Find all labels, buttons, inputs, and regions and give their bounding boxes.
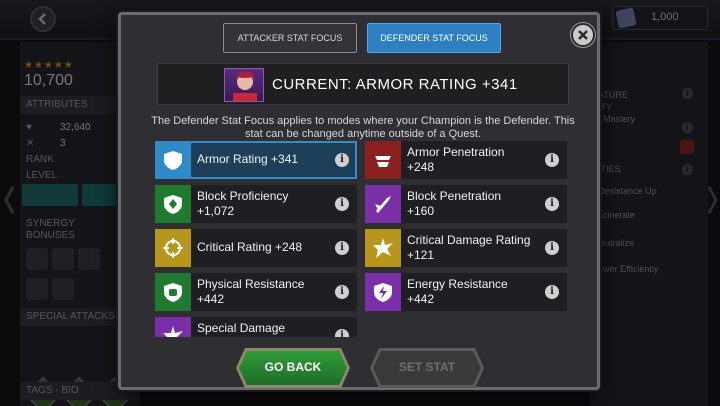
stat-option-energy-resistance[interactable]: Energy Resistance +442 i xyxy=(365,273,567,311)
stat-value: +1,072 xyxy=(197,204,235,218)
stat-label: Critical Rating +248 xyxy=(197,240,303,254)
go-back-button[interactable]: GO BACK xyxy=(239,351,347,385)
stat-name: Energy Resistance xyxy=(407,277,508,291)
stat-name: Special Damage xyxy=(197,321,286,335)
stat-option-armor-penetration[interactable]: Armor Penetration +248 i xyxy=(365,141,567,179)
block-pierce-icon xyxy=(365,185,401,223)
close-button[interactable] xyxy=(571,23,595,47)
armor-break-icon xyxy=(365,141,401,179)
info-icon[interactable]: i xyxy=(335,329,349,337)
stat-options-list[interactable]: Armor Rating +341 i Armor Penetration +248 i… xyxy=(155,141,575,337)
stat-value: +442 xyxy=(407,292,435,306)
special-burst-icon xyxy=(155,317,191,337)
stat-option-critical-rating[interactable]: Critical Rating +248 i xyxy=(155,229,357,267)
info-icon[interactable]: i xyxy=(545,153,559,167)
energy-shield-icon xyxy=(365,273,401,311)
stat-option-block-proficiency[interactable]: Block Proficiency +1,072 i xyxy=(155,185,357,223)
stat-value: +248 xyxy=(407,160,435,174)
info-icon[interactable]: i xyxy=(335,285,349,299)
info-icon[interactable]: i xyxy=(335,153,349,167)
set-stat-button[interactable]: SET STAT xyxy=(373,351,481,385)
current-stat-banner: CURRENT: ARMOR RATING +341 xyxy=(157,63,569,105)
stat-option-critical-damage-rating[interactable]: Critical Damage Rating +121 i xyxy=(365,229,567,267)
stat-name: Armor Penetration xyxy=(407,145,505,159)
stat-name: Physical Resistance xyxy=(197,277,305,291)
stat-name: Block Penetration xyxy=(407,189,502,203)
stat-option-physical-resistance[interactable]: Physical Resistance +442 i xyxy=(155,273,357,311)
info-icon[interactable]: i xyxy=(335,197,349,211)
stat-option-block-penetration[interactable]: Block Penetration +160 i xyxy=(365,185,567,223)
current-stat-label: CURRENT: ARMOR RATING +341 xyxy=(272,76,518,93)
shield-icon xyxy=(155,141,191,179)
fist-shield-icon xyxy=(155,273,191,311)
stat-option-armor-rating[interactable]: Armor Rating +341 i xyxy=(155,141,357,179)
stat-focus-description: The Defender Stat Focus applies to modes… xyxy=(151,115,575,140)
block-shield-icon xyxy=(155,185,191,223)
stat-value: +10.0% xyxy=(197,336,238,337)
tab-attacker-stat-focus[interactable]: ATTACKER STAT FOCUS xyxy=(223,23,357,53)
close-icon xyxy=(578,30,588,40)
stat-name: Block Proficiency xyxy=(197,189,289,203)
champion-portrait xyxy=(224,68,264,102)
stat-value: +121 xyxy=(407,248,435,262)
crosshair-icon xyxy=(155,229,191,267)
stat-value: +160 xyxy=(407,204,435,218)
info-icon[interactable]: i xyxy=(335,241,349,255)
info-icon[interactable]: i xyxy=(545,285,559,299)
info-icon[interactable]: i xyxy=(545,197,559,211)
stat-option-special-damage[interactable]: Special Damage+10.0% i xyxy=(155,317,357,337)
stat-label: Armor Rating +341 xyxy=(197,152,299,166)
stat-name: Critical Damage Rating xyxy=(407,233,531,247)
info-icon[interactable]: i xyxy=(545,241,559,255)
stat-value: +442 xyxy=(197,292,225,306)
crit-burst-icon xyxy=(365,229,401,267)
tab-defender-stat-focus[interactable]: DEFENDER STAT FOCUS xyxy=(367,23,501,53)
stat-focus-modal: ATTACKER STAT FOCUS DEFENDER STAT FOCUS … xyxy=(118,12,600,390)
